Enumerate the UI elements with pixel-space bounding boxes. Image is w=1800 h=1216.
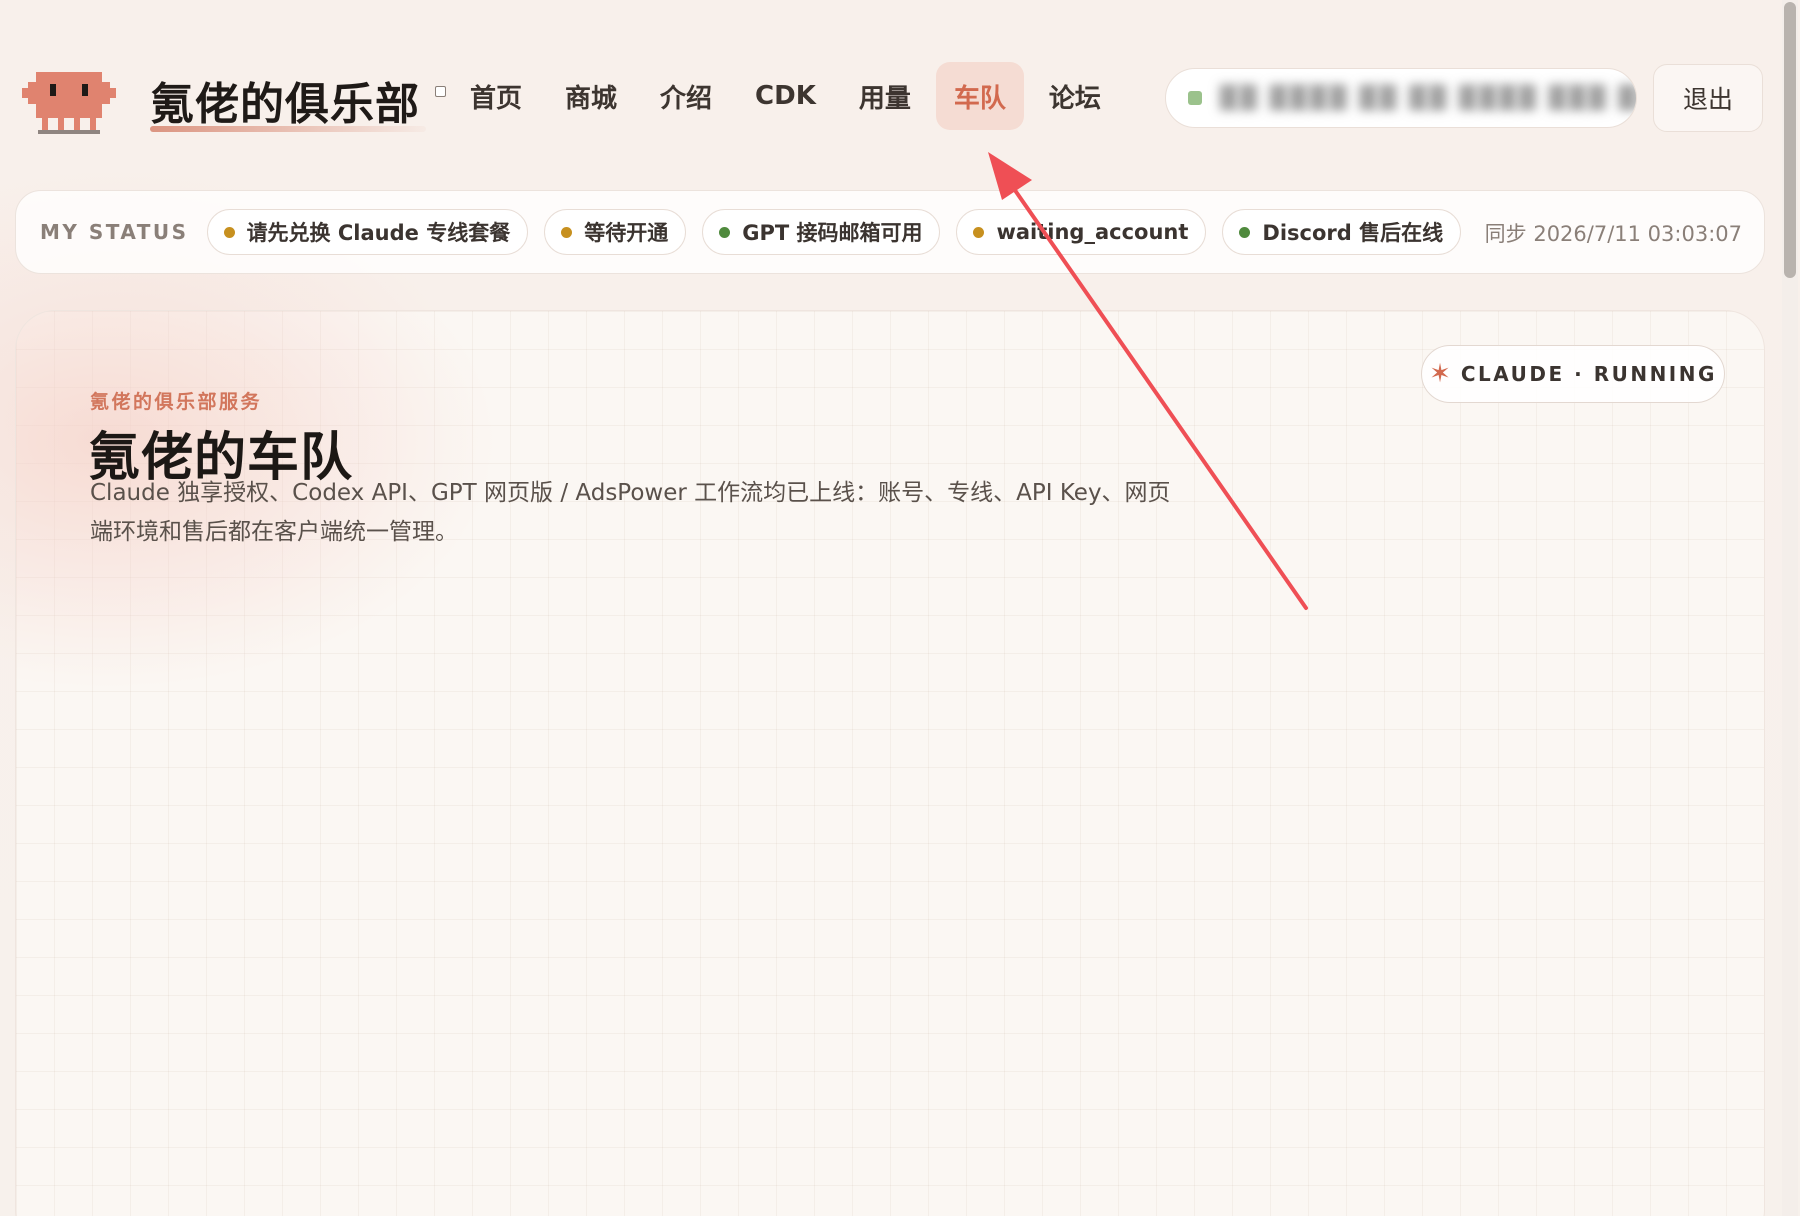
top-header: 氪佬的俱乐部 首页 商城 介绍 CDK 用量 车队 论坛 ██ ████ ██ … bbox=[0, 0, 1780, 190]
status-chip-label: 等待开通 bbox=[584, 221, 669, 245]
page-description: Claude 独享授权、Codex API、GPT 网页版 / AdsPower… bbox=[90, 480, 1171, 545]
claude-running-badge: ✶ CLAUDE · RUNNING bbox=[1421, 345, 1725, 403]
fleet-hero-card: 氪佬的俱乐部服务 氪佬的车队 Claude 独享授权、Codex API、GPT… bbox=[15, 310, 1765, 1216]
status-chip-label: waiting_account bbox=[996, 220, 1189, 244]
nav-item-usage[interactable]: 用量 bbox=[841, 62, 929, 130]
status-chip-gpt-mail[interactable]: GPT 接码邮箱可用 bbox=[702, 209, 941, 255]
star-icon: ✶ bbox=[1429, 359, 1451, 389]
nav-item-home[interactable]: 首页 bbox=[452, 62, 540, 130]
status-label: MY STATUS bbox=[40, 220, 189, 244]
status-chip-label: GPT 接码邮箱可用 bbox=[742, 221, 923, 245]
status-chip-redeem[interactable]: 请先兑换 Claude 专线套餐 bbox=[206, 209, 529, 255]
status-chip-discord[interactable]: Discord 售后在线 bbox=[1222, 209, 1462, 255]
nav-item-forum[interactable]: 论坛 bbox=[1031, 62, 1119, 130]
scrollbar-thumb[interactable] bbox=[1784, 2, 1796, 278]
status-chip-label: Discord 售后在线 bbox=[1262, 221, 1444, 245]
status-dot-icon bbox=[561, 226, 573, 238]
logout-button[interactable]: 退出 bbox=[1653, 64, 1763, 132]
status-dot-icon bbox=[1239, 226, 1251, 238]
nav-item-cdk[interactable]: CDK bbox=[737, 62, 834, 130]
brand-mark-icon bbox=[435, 86, 446, 97]
running-badge-label: CLAUDE · RUNNING bbox=[1460, 362, 1717, 386]
user-account-pill[interactable]: ██ ████ ██ ██ ████ ███ ██ bbox=[1165, 68, 1637, 128]
user-status-dot bbox=[1188, 91, 1202, 105]
section-eyebrow: 氪佬的俱乐部服务 bbox=[90, 391, 263, 413]
status-chip-waiting-account[interactable]: waiting_account bbox=[956, 209, 1207, 255]
user-name-blurred: ██ ████ ██ ██ ████ ███ ██ bbox=[1220, 85, 1637, 111]
main-nav: 首页 商城 介绍 CDK 用量 车队 论坛 bbox=[452, 62, 1126, 130]
status-dot-icon bbox=[223, 226, 235, 238]
status-dot-icon bbox=[719, 226, 731, 238]
nav-item-shop[interactable]: 商城 bbox=[547, 62, 635, 130]
pixel-crab-logo-icon[interactable] bbox=[22, 68, 116, 134]
status-bar: MY STATUS 请先兑换 Claude 专线套餐 等待开通 GPT 接码邮箱… bbox=[15, 190, 1765, 274]
brand-title[interactable]: 氪佬的俱乐部 bbox=[150, 68, 420, 132]
nav-item-fleet[interactable]: 车队 bbox=[935, 62, 1024, 130]
brand-underline bbox=[150, 126, 426, 132]
sync-timestamp: 同步 2026/7/11 03:03:07 bbox=[1484, 222, 1742, 246]
status-chip-label: 请先兑换 Claude 专线套餐 bbox=[246, 221, 511, 245]
nav-item-intro[interactable]: 介绍 bbox=[642, 62, 730, 130]
status-chip-pending[interactable]: 等待开通 bbox=[544, 209, 687, 255]
status-dot-icon bbox=[973, 226, 985, 238]
